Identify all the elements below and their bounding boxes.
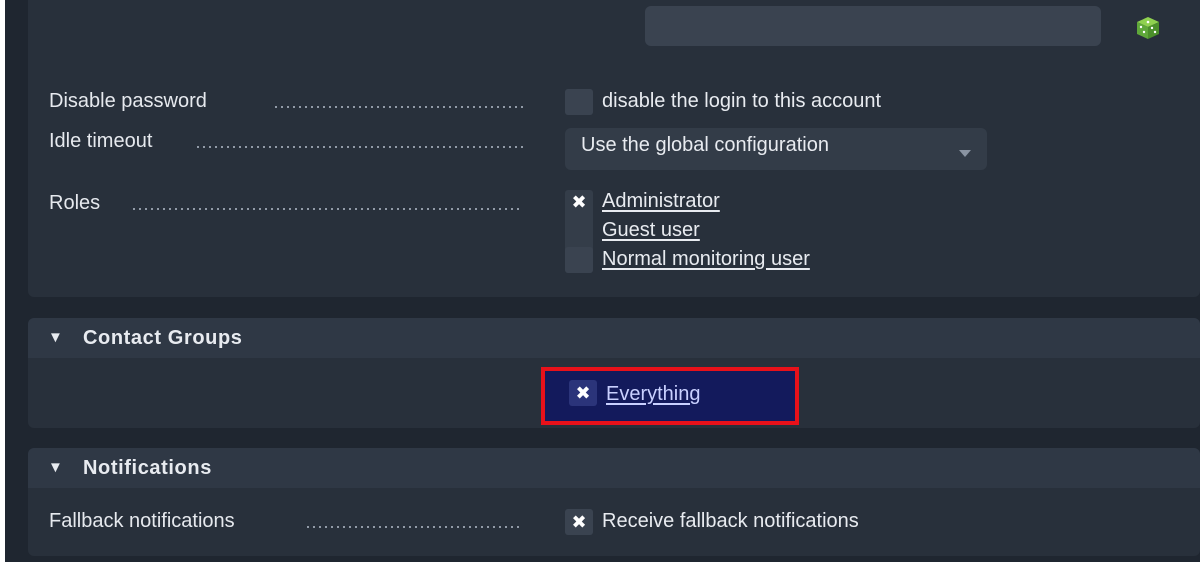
leader-dots — [273, 106, 523, 108]
contact-groups-title: Contact Groups — [83, 327, 243, 349]
fallback-notifications-label: Fallback notifications — [49, 510, 235, 532]
fallback-notifications-checkbox[interactable]: ✖ — [565, 509, 593, 535]
contact-group-everything-link[interactable]: Everything — [606, 383, 701, 406]
role-administrator-checkbox[interactable]: ✖ — [565, 189, 593, 215]
collapse-triangle-icon: ▼ — [48, 459, 64, 476]
disable-password-text[interactable]: disable the login to this account — [602, 90, 881, 113]
role-administrator-link[interactable]: Administrator — [602, 190, 720, 213]
contact-groups-header[interactable]: ▼ Contact Groups — [28, 318, 1200, 358]
role-guest-link[interactable]: Guest user — [602, 219, 700, 242]
page: Disable password disable the login to th… — [5, 0, 1200, 562]
role-normal-checkbox[interactable] — [565, 247, 593, 273]
notifications-header[interactable]: ▼ Notifications — [28, 448, 1200, 488]
role-normal-link[interactable]: Normal monitoring user — [602, 248, 810, 271]
fallback-notifications-text[interactable]: Receive fallback notifications — [602, 510, 859, 533]
leader-dots — [131, 208, 523, 210]
disable-password-label: Disable password — [49, 90, 207, 112]
idle-timeout-label: Idle timeout — [49, 130, 153, 152]
leader-dots — [305, 526, 523, 528]
roles-label: Roles — [49, 192, 101, 214]
collapse-triangle-icon: ▼ — [48, 329, 64, 346]
role-guest-checkbox[interactable] — [565, 218, 593, 244]
leader-dots — [195, 146, 523, 148]
disable-password-checkbox[interactable] — [565, 89, 593, 115]
contact-group-everything-item[interactable]: ✖ Everything — [541, 367, 799, 425]
idle-timeout-value: Use the global configuration — [581, 134, 829, 156]
idle-timeout-select[interactable]: Use the global configuration — [565, 128, 987, 170]
search-input[interactable] — [645, 6, 1101, 46]
notifications-title: Notifications — [83, 457, 212, 479]
dice-icon[interactable] — [1136, 16, 1160, 40]
contact-group-everything-checkbox[interactable]: ✖ — [569, 380, 597, 406]
chevron-down-icon — [959, 150, 971, 157]
